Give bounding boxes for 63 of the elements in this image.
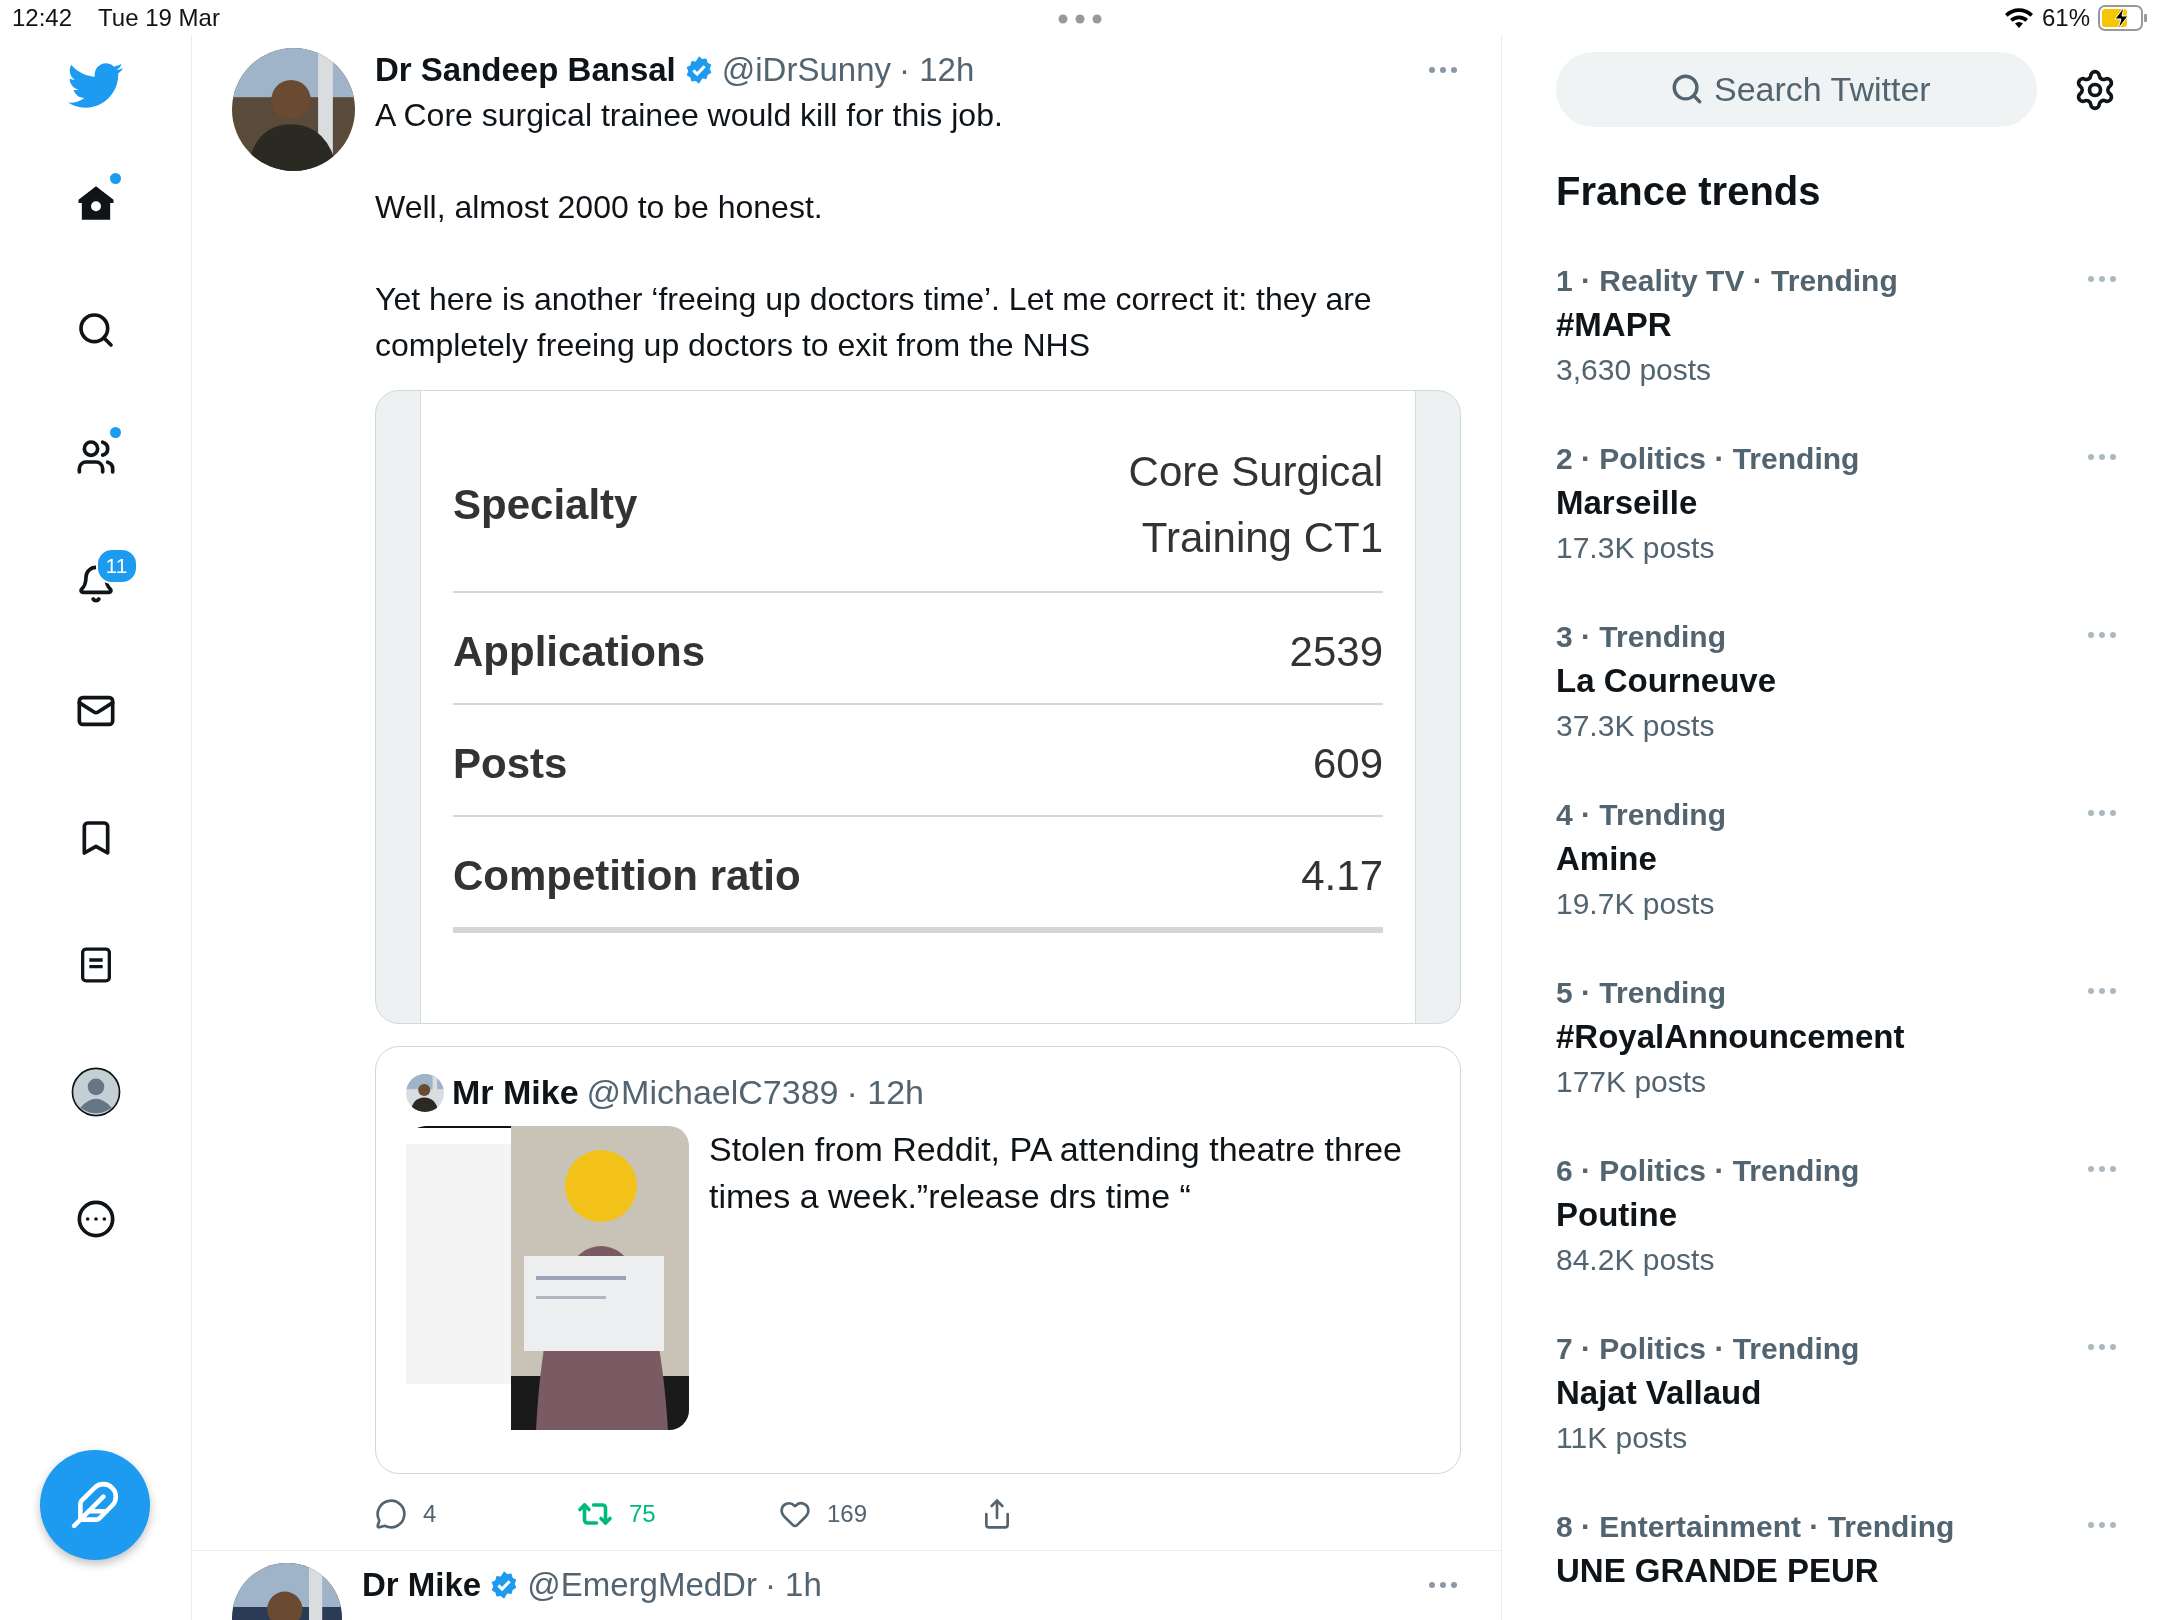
quoted-author-name: Mr Mike	[452, 1073, 579, 1112]
trend-name[interactable]: Marseille	[1556, 482, 2084, 524]
trend-context: 1 · Reality TV · Trending	[1556, 263, 1899, 299]
trend-name[interactable]: #RoyalAnnouncement	[1556, 1016, 2084, 1058]
trend-context: 2 · Politics · Trending	[1556, 441, 1861, 477]
tweet-text: A Core surgical trainee would kill for this job.	[375, 96, 1004, 135]
compose-button[interactable]	[40, 1450, 150, 1560]
document-label: Applications	[453, 628, 706, 676]
trend-post-count: 11K posts	[1556, 1420, 1689, 1456]
trend-context: 3 · Trending	[1556, 619, 1727, 655]
profile-avatar-icon	[70, 1067, 121, 1117]
trend-name[interactable]: Poutine	[1556, 1194, 2084, 1236]
author-handle[interactable]: @iDrSunny	[721, 48, 891, 92]
document-value: Core Surgical Training CT1	[1127, 447, 1383, 563]
quoted-tweet[interactable]: Mr Mike @MichaelC7389 · 12h Stolen from Reddit, PA attending theatre three times a week.”release drs time “	[375, 1046, 1461, 1474]
trend-context: 6 · Politics · Trending	[1556, 1153, 1861, 1189]
status-date: Tue 19 Mar	[98, 4, 220, 32]
battery-charging-icon	[2098, 5, 2148, 31]
trend-post-count: 84.2K posts	[1556, 1242, 1716, 1278]
document-value: 2539	[1289, 627, 1383, 677]
people-icon	[75, 437, 116, 477]
search-field[interactable]: Search Twitter	[1556, 52, 2037, 127]
trend-context: 7 · Politics · Trending	[1556, 1331, 1861, 1367]
status-time: 12:42	[12, 4, 73, 32]
document-label: Specialty	[453, 481, 638, 529]
reply-icon	[375, 1498, 407, 1530]
battery-percent: 61%	[2041, 4, 2090, 32]
trend-name[interactable]: La Courneuve	[1556, 660, 2084, 702]
document-label: Competition ratio	[453, 852, 801, 900]
document-value: 609	[1312, 739, 1383, 789]
quoted-tweet-time: · 12h	[846, 1073, 924, 1112]
trend-name[interactable]: #MAPR	[1556, 304, 2084, 346]
trend-context: 5 · Trending	[1556, 975, 1727, 1011]
document-label: Posts	[453, 740, 568, 788]
author-name[interactable]: Dr Sandeep Bansal	[375, 48, 676, 92]
quoted-author-handle: @MichaelC7389	[586, 1073, 839, 1112]
trend-post-count: 37.3K posts	[1556, 708, 1716, 744]
trend-post-count: 177K posts	[1556, 1064, 1708, 1100]
tweet-text: Yet here is another ‘freeing up doctors time’. Let me correct it: they are completely freeing up doctors to exit from the NHS	[375, 280, 1373, 365]
tweet-time: · 12h	[899, 50, 975, 90]
trends-title: France trends	[1556, 169, 1822, 214]
multitasking-dots-icon	[1058, 14, 1102, 24]
tweet-time: · 1h	[764, 1565, 822, 1605]
like-button[interactable]: 169	[779, 1492, 981, 1536]
tweet-text: Well, almost 2000 to be honest.	[375, 188, 824, 227]
author-name[interactable]: Dr Mike	[362, 1563, 482, 1607]
trend-name[interactable]: Najat Vallaud	[1556, 1372, 2084, 1414]
trend-context: 4 · Trending	[1556, 797, 1727, 833]
author-handle[interactable]: @EmergMedDr	[527, 1563, 757, 1607]
trend-post-count: 17.3K posts	[1556, 530, 1716, 566]
notification-count: 11	[95, 548, 138, 584]
trend-name[interactable]: Amine	[1556, 838, 2084, 880]
trend-name[interactable]: UNE GRANDE PEUR	[1556, 1550, 2084, 1592]
trend-post-count: 3,630 posts	[1556, 352, 1713, 388]
search-icon	[1670, 72, 1704, 106]
reply-button[interactable]: 4	[375, 1492, 577, 1536]
quoted-tweet-text: Stolen from Reddit, PA attending theatre three times a week.”release drs time “	[709, 1129, 1403, 1217]
bird-logo-icon[interactable]	[67, 62, 124, 110]
trend-context: 8 · Entertainment · Trending	[1556, 1509, 1956, 1545]
wifi-icon	[2003, 7, 2034, 29]
trend-post-count: 19.7K posts	[1556, 886, 1716, 922]
document-value: 4.17	[1301, 851, 1383, 901]
more-icon	[75, 1199, 116, 1239]
